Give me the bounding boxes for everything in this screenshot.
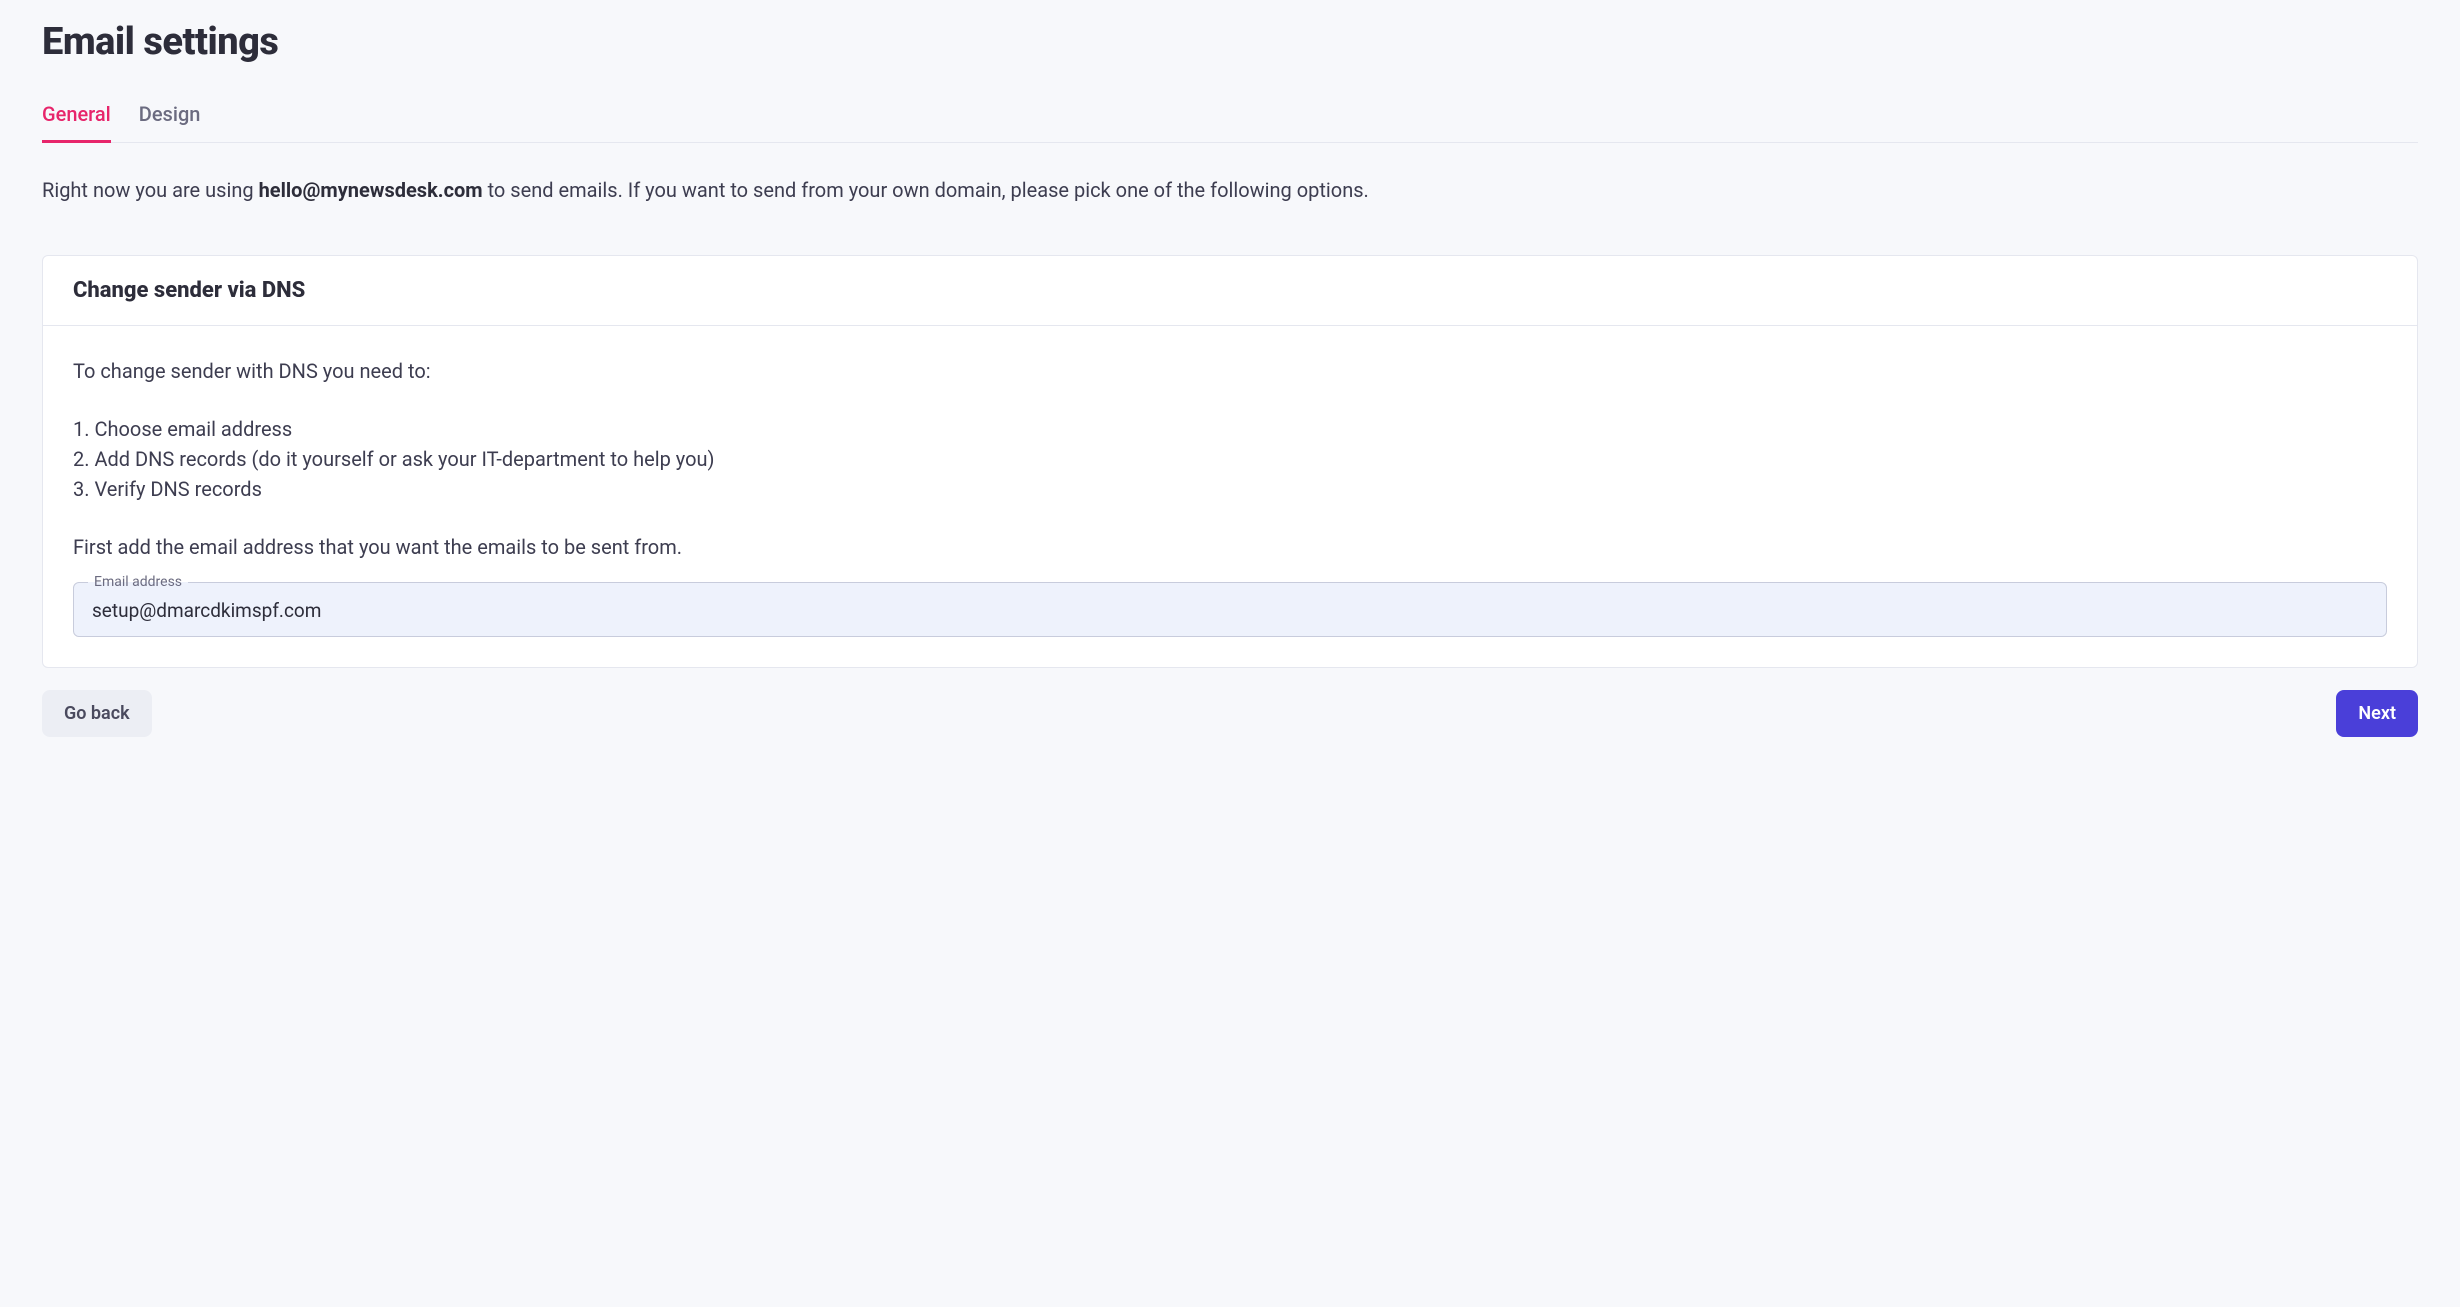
footer: Go back Next bbox=[42, 690, 2418, 737]
email-input-wrapper: Email address bbox=[73, 582, 2387, 637]
card-lead: To change sender with DNS you need to: bbox=[73, 356, 2387, 386]
card-body: To change sender with DNS you need to: 1… bbox=[43, 326, 2417, 667]
email-input[interactable] bbox=[74, 583, 2386, 636]
card-instruction: First add the email address that you wan… bbox=[73, 532, 2387, 562]
intro-email: hello@mynewsdesk.com bbox=[259, 178, 483, 202]
step-1: 1. Choose email address bbox=[73, 414, 2387, 444]
step-2: 2. Add DNS records (do it yourself or as… bbox=[73, 444, 2387, 474]
tab-general[interactable]: General bbox=[42, 102, 111, 143]
go-back-button[interactable]: Go back bbox=[42, 690, 152, 737]
intro-prefix: Right now you are using bbox=[42, 178, 259, 202]
dns-card: Change sender via DNS To change sender w… bbox=[42, 255, 2418, 668]
tabs: General Design bbox=[42, 102, 2418, 143]
intro-suffix: to send emails. If you want to send from… bbox=[483, 178, 1369, 202]
intro-text: Right now you are using hello@mynewsdesk… bbox=[42, 175, 2418, 205]
step-3: 3. Verify DNS records bbox=[73, 474, 2387, 504]
page-title: Email settings bbox=[42, 20, 2418, 64]
steps-list: 1. Choose email address 2. Add DNS recor… bbox=[73, 414, 2387, 504]
email-input-label: Email address bbox=[88, 574, 188, 590]
next-button[interactable]: Next bbox=[2336, 690, 2418, 737]
card-header: Change sender via DNS bbox=[43, 256, 2417, 326]
tab-design[interactable]: Design bbox=[139, 102, 201, 143]
card-title: Change sender via DNS bbox=[73, 278, 2387, 303]
